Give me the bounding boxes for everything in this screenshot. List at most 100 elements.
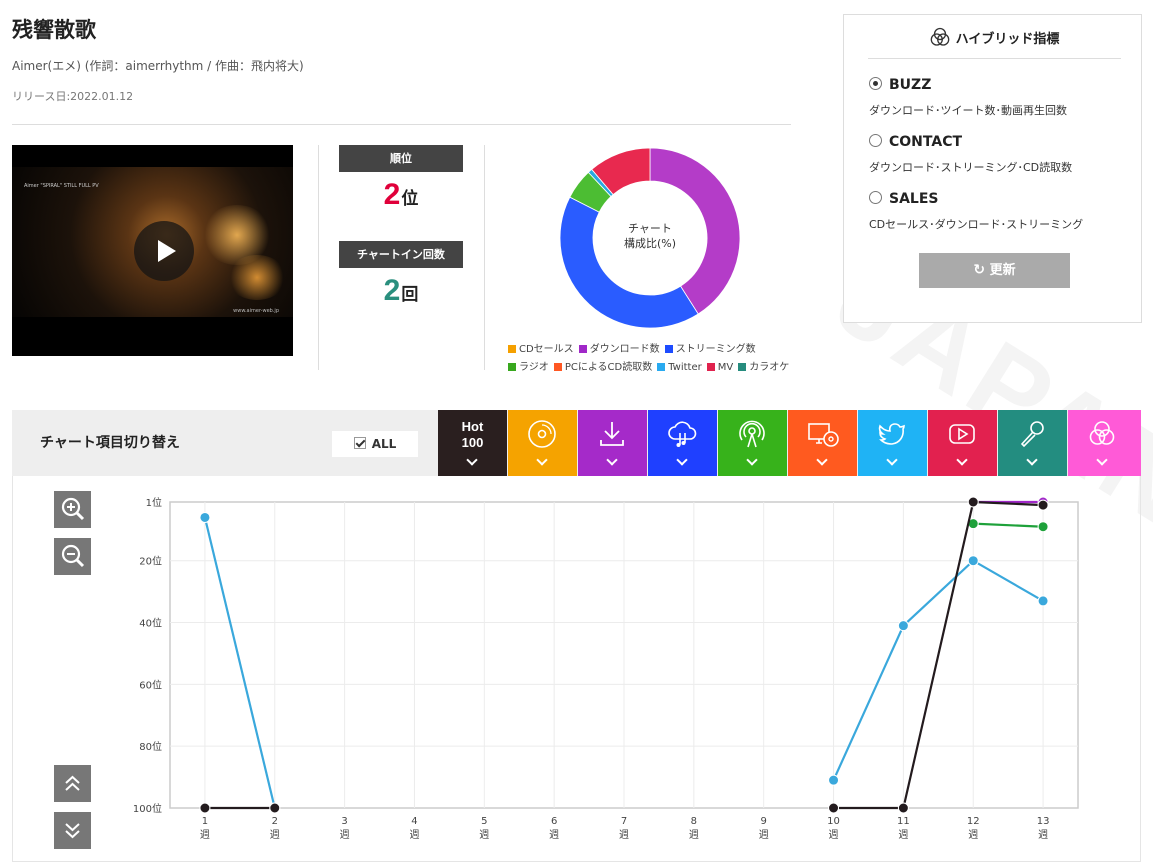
zoom-out-button[interactable] [54,538,91,575]
checkbox-icon[interactable] [353,437,366,449]
chevron-down-icon [956,454,968,466]
all-toggle-button[interactable]: ALL [332,431,418,457]
divider [318,145,319,370]
legend-label: カラオケ [749,362,790,373]
legend-swatch [553,363,562,371]
divider [484,145,485,370]
zoom-in-button[interactable] [54,491,91,528]
refresh-icon: ↻ [973,262,986,278]
legend-item: Twitter [657,362,702,373]
legend-label: MV [717,362,734,373]
video-light [227,255,287,300]
legend-item: MV [706,362,734,373]
legend-swatch [706,363,715,371]
legend-swatch [657,363,666,371]
radio-sales[interactable]: SALES [869,191,939,207]
chartin-unit: 回 [401,285,419,305]
category-hybrid-button[interactable] [1068,410,1141,476]
radio-buzz[interactable]: BUZZ [869,77,931,93]
legend-label: Twitter [668,362,702,373]
rank-value: 2位 [339,178,463,212]
hot-label: 100 [461,435,484,450]
rank-chart-area [12,476,1141,862]
legend-item: ラジオ [508,362,549,373]
radio-icon[interactable] [869,191,882,204]
radio-description: ダウンロード･ストリーミング･CD読取数 [869,161,1073,174]
legend-item: PCによるCD読取数 [553,362,653,373]
hybrid-panel-header: ハイブリッド指標 [868,27,1121,59]
chevron-down-icon [606,454,618,466]
double-chevron-down-icon [65,823,80,839]
category-download-button[interactable] [578,410,647,476]
rank-unit: 位 [401,189,419,209]
donut-legend: CDセールス ダウンロード数 ストリーミング数 [508,340,761,355]
category-streaming-button[interactable] [648,410,717,476]
streaming-icon [668,421,697,447]
legend-label: CDセールス [519,344,574,355]
hot100-icon: Hot 100 [438,419,507,451]
all-label: ALL [371,437,397,451]
radio-icon[interactable] [869,77,882,90]
radio-label: CONTACT [889,134,963,150]
update-button[interactable]: ↻ 更新 [919,253,1070,288]
chevron-down-icon [746,454,758,466]
category-karaoke-button[interactable] [998,410,1067,476]
radio-description: CDセールス･ダウンロード･ストリーミング [869,218,1084,231]
chart-switcher-bar: チャート項目切り替え ALL Hot 100 [12,410,1141,476]
song-credits: Aimer(エメ) (作詞：aimerrhythm / 作曲：飛内将大) [12,59,304,73]
scroll-top-button[interactable] [54,765,91,802]
chevron-down-icon [466,454,478,466]
zoom-in-icon [61,497,85,521]
donut-center-label: チャート 構成比(%) [590,221,710,251]
radio-icon[interactable] [869,134,882,147]
chevron-down-icon [1026,454,1038,466]
pc-cd-icon [808,423,839,447]
karaoke-icon [1020,421,1044,448]
chart-switcher-label: チャート項目切り替え [40,435,180,451]
radio-label: SALES [889,191,939,207]
youtube-icon [949,424,975,444]
category-twitter-button[interactable] [858,410,927,476]
hybrid-icon [1089,421,1115,445]
legend-item: ダウンロード数 [578,344,660,355]
download-icon [600,422,624,446]
category-pc-cd-button[interactable] [788,410,857,476]
legend-label: ストリーミング数 [675,344,756,355]
donut-center-line: 構成比(%) [623,237,677,250]
song-title: 残響散歌 [12,18,96,42]
radio-label: BUZZ [889,77,932,93]
chevron-down-icon [676,454,688,466]
chartin-number: 2 [383,274,401,307]
legend-swatch [508,363,516,371]
cd-icon [528,420,556,448]
hybrid-icon [930,27,949,46]
radio-contact[interactable]: CONTACT [869,134,962,150]
chevron-down-icon [536,454,548,466]
hybrid-indicator-panel: ハイブリッド指標 BUZZ ダウンロード･ツイート数･動画再生回数 CONTAC… [843,14,1142,323]
category-hot100-button[interactable]: Hot 100 [438,410,507,476]
legend-label: PCによるCD読取数 [564,362,653,373]
category-cd-button[interactable] [508,410,577,476]
legend-label: ダウンロード数 [589,344,660,355]
legend-item: CDセールス [508,344,574,355]
hot-label: Hot [461,419,484,434]
legend-swatch [738,363,747,371]
hybrid-panel-title: ハイブリッド指標 [955,32,1060,47]
chartin-value: 2回 [339,274,463,308]
video-player[interactable]: Aimer "SPIRAL" STILL FULL PV www.aimer-w… [12,145,293,356]
video-caption: Aimer "SPIRAL" STILL FULL PV [24,183,99,189]
category-radio-button[interactable] [718,410,787,476]
category-youtube-button[interactable] [928,410,997,476]
legend-swatch [508,345,516,353]
donut-segment [560,196,699,328]
chartin-label: チャートイン回数 [339,241,463,268]
play-icon[interactable] [134,221,194,281]
chevron-down-icon [816,454,828,466]
scroll-bottom-button[interactable] [54,812,91,849]
rank-number: 2 [383,178,401,211]
chevron-down-icon [886,454,898,466]
video-caption: www.aimer-web.jp [233,308,279,314]
release-date: リリース日:2022.01.12 [12,90,134,103]
legend-item: ストリーミング数 [664,344,756,355]
divider [12,124,791,125]
